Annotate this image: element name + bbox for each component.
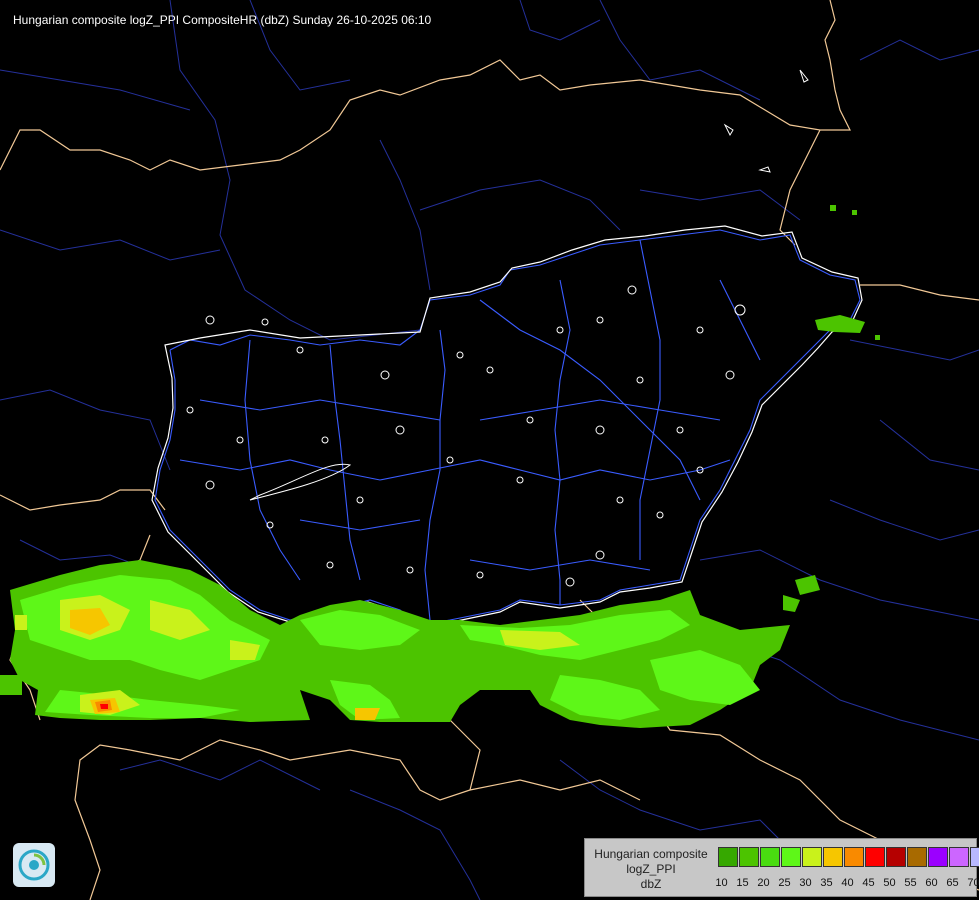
legend-label: 50 — [883, 877, 896, 889]
legend-label: 20 — [757, 877, 770, 889]
legend-labels: 10 15 20 25 30 35 40 45 50 55 60 65 70 — [711, 877, 979, 889]
legend-swatch — [823, 847, 843, 867]
legend-label: 45 — [862, 877, 875, 889]
legend-label: 30 — [799, 877, 812, 889]
legend-title-line: Hungarian composite — [594, 847, 708, 861]
legend-swatch — [739, 847, 759, 867]
legend-label: 60 — [925, 877, 938, 889]
legend-label: 40 — [841, 877, 854, 889]
legend-label: 25 — [778, 877, 791, 889]
legend-swatch — [781, 847, 801, 867]
legend-label: 55 — [904, 877, 917, 889]
legend-title: Hungarian composite logZ_PPI dbZ — [589, 847, 713, 892]
legend-swatch — [844, 847, 864, 867]
legend-label: 35 — [820, 877, 833, 889]
met-service-logo-icon — [13, 843, 55, 887]
legend-title-line: logZ_PPI — [626, 862, 676, 876]
radar-map — [0, 0, 979, 900]
legend-swatch — [718, 847, 738, 867]
legend-swatch — [865, 847, 885, 867]
legend-label: 65 — [946, 877, 959, 889]
color-legend: Hungarian composite logZ_PPI dbZ 10 15 20 2… — [584, 838, 979, 897]
legend-swatch — [907, 847, 927, 867]
legend-swatch — [928, 847, 948, 867]
legend-swatch — [886, 847, 906, 867]
legend-swatch — [802, 847, 822, 867]
map-title: Hungarian composite logZ_PPI CompositeHR… — [13, 13, 432, 27]
legend-swatch — [970, 847, 979, 867]
legend-swatches — [718, 847, 979, 867]
legend-label: 70 — [967, 877, 979, 889]
legend-label: 10 — [715, 877, 728, 889]
legend-title-line: dbZ — [640, 877, 662, 891]
legend-label: 15 — [736, 877, 749, 889]
legend-swatch — [760, 847, 780, 867]
legend-swatch — [949, 847, 969, 867]
